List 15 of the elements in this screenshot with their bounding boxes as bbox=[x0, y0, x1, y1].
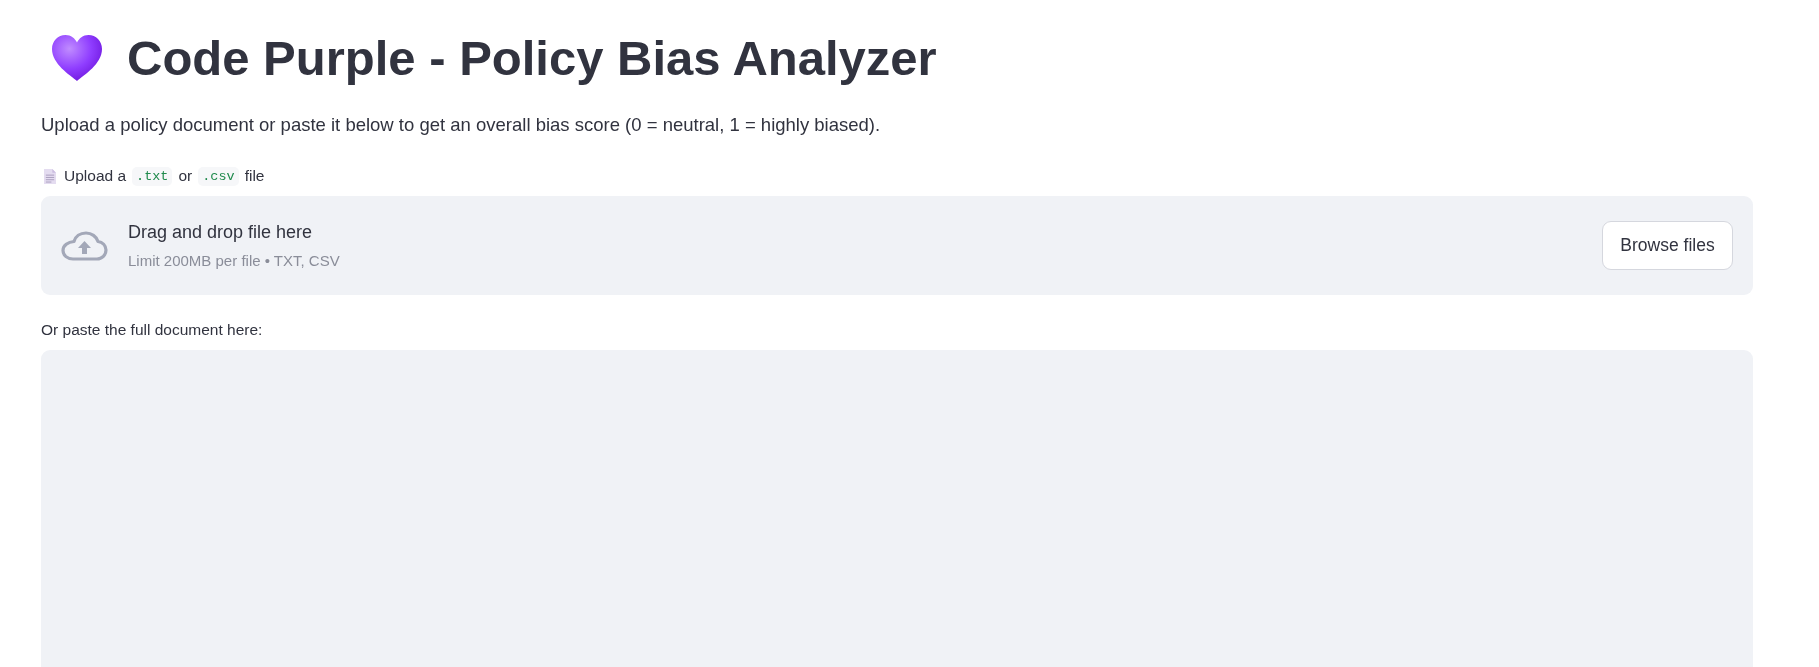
file-extension-code: .csv bbox=[198, 166, 239, 186]
page-title: Code Purple - Policy Bias Analyzer bbox=[127, 30, 937, 87]
file-extension-code: .txt bbox=[132, 166, 173, 186]
heart-icon bbox=[52, 35, 102, 81]
paste-label: Or paste the full document here: bbox=[41, 320, 264, 340]
file-dropzone[interactable]: Drag and drop file here Limit 200MB per file • TXT, CSV Browse files bbox=[41, 196, 1753, 295]
upload-label-text: Upload a bbox=[64, 167, 127, 185]
description-text: Upload a policy document or paste it below to get an overall bias score (0 = neutral, 1 = highly biased). bbox=[41, 113, 882, 137]
upload-limit-text: Limit 200MB per file • TXT, CSV bbox=[128, 251, 340, 271]
browse-files-button[interactable]: Browse files bbox=[1602, 221, 1733, 270]
dropzone-instruction: Drag and drop file here bbox=[128, 221, 313, 244]
upload-label-text: file bbox=[244, 167, 265, 185]
cloud-upload-icon bbox=[60, 230, 108, 261]
document-icon bbox=[44, 168, 56, 184]
upload-label-text: or bbox=[178, 167, 193, 185]
